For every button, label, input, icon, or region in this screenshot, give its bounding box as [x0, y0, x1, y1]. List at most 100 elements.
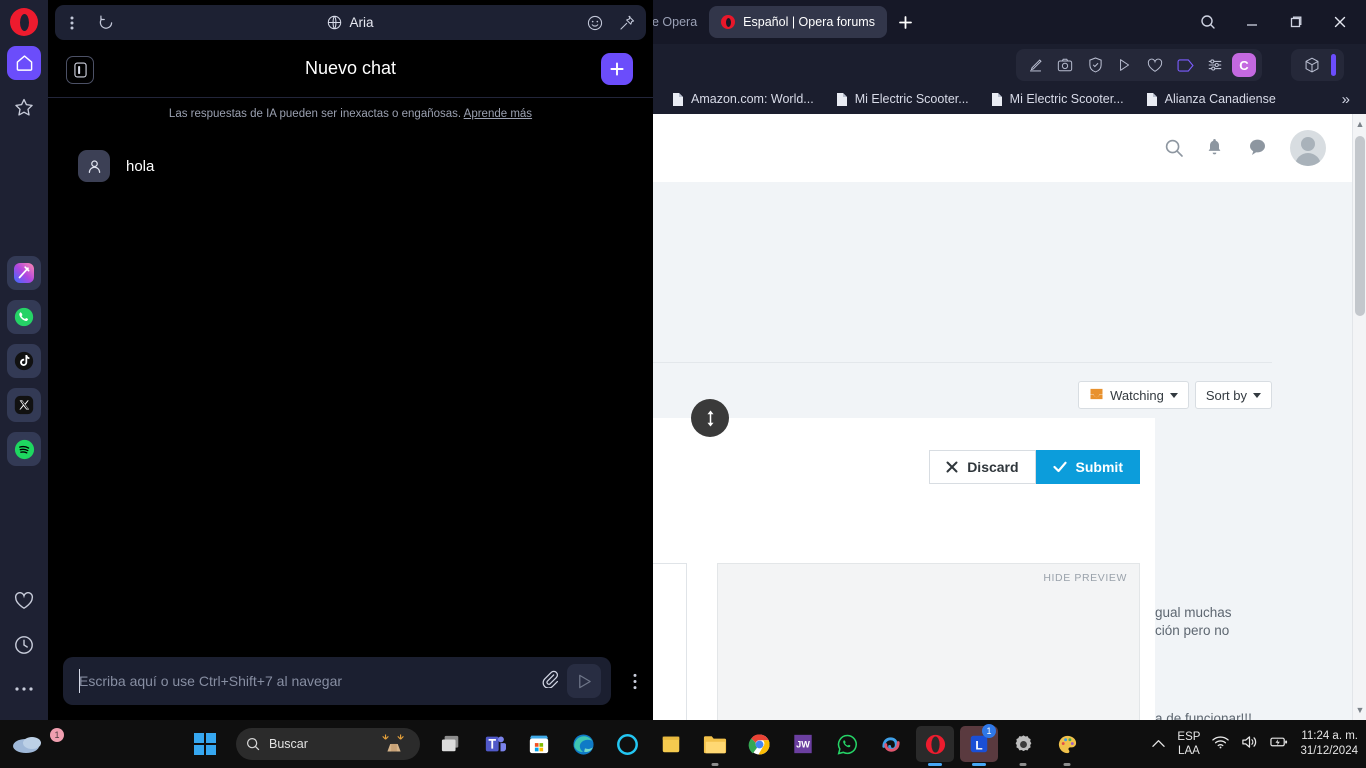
- tab-label: Español | Opera forums: [743, 15, 875, 29]
- aria-options-button[interactable]: [633, 673, 637, 690]
- bookmark-item[interactable]: Mi Electric Scooter...: [836, 92, 969, 107]
- sidebar-item-favorites[interactable]: [7, 90, 41, 124]
- scroll-up-arrow-icon[interactable]: ▲: [1353, 116, 1366, 132]
- aria-panel: Aria Nuevo chat Las respuestas de IA pue…: [48, 0, 653, 720]
- vpn-shield-icon[interactable]: [1082, 52, 1108, 78]
- tab-island-icon[interactable]: [1172, 52, 1198, 78]
- aria-ai-icon: [14, 263, 34, 283]
- profile-avatar[interactable]: C: [1232, 53, 1256, 77]
- tab-search-icon[interactable]: [1188, 5, 1228, 39]
- language-indicator[interactable]: ESP LAA: [1177, 730, 1200, 758]
- volume-icon[interactable]: [1241, 735, 1258, 754]
- aria-titlebar-right: [586, 14, 636, 32]
- settings-icon[interactable]: [1004, 726, 1042, 762]
- scrollbar-thumb[interactable]: [1355, 136, 1365, 316]
- hide-preview-button[interactable]: HIDE PREVIEW: [1043, 572, 1127, 584]
- edit-note-icon[interactable]: [1022, 52, 1048, 78]
- heart-icon[interactable]: [1142, 52, 1168, 78]
- edge-icon[interactable]: [564, 726, 602, 762]
- text-caret: [79, 669, 80, 693]
- bookmarks-overflow-button[interactable]: »: [1342, 91, 1350, 108]
- microsoft-store-icon[interactable]: [520, 726, 558, 762]
- sidebar-item-more[interactable]: [7, 672, 41, 706]
- task-view-icon[interactable]: [432, 726, 470, 762]
- toolbar-icon-group: C: [1016, 49, 1262, 81]
- page-icon: [991, 92, 1002, 106]
- paint-icon[interactable]: [1048, 726, 1086, 762]
- whatsapp-icon[interactable]: [828, 726, 866, 762]
- sidebar-item-tiktok[interactable]: [7, 344, 41, 378]
- aria-panel-title: Aria: [349, 15, 374, 30]
- maximize-button[interactable]: [1276, 5, 1316, 39]
- paperclip-icon[interactable]: [540, 669, 559, 693]
- kebab-menu-icon: [633, 673, 637, 689]
- aria-message-text: hola: [126, 157, 155, 175]
- sidebar-item-history[interactable]: [7, 628, 41, 662]
- whatsapp-icon: [14, 307, 34, 327]
- jw-library-icon[interactable]: JW: [784, 726, 822, 762]
- minimize-button[interactable]: [1232, 5, 1272, 39]
- windows-start-icon[interactable]: [186, 726, 224, 762]
- weather-icon: [13, 737, 41, 753]
- sidebar-item-spotify[interactable]: [7, 432, 41, 466]
- line-icon[interactable]: L 1: [960, 724, 998, 762]
- bell-icon[interactable]: [1206, 138, 1226, 158]
- clock-date: 31/12/2024: [1300, 745, 1358, 757]
- submit-button[interactable]: Submit: [1035, 450, 1140, 484]
- sidebar-item-whatsapp[interactable]: [7, 300, 41, 334]
- sort-by-dropdown[interactable]: Sort by: [1194, 381, 1272, 409]
- teams-icon[interactable]: [476, 726, 514, 762]
- aria-learn-more-link[interactable]: Aprende más: [464, 108, 532, 120]
- opera-circle-icon[interactable]: [608, 726, 646, 762]
- aria-input-bar[interactable]: Escriba aquí o use Ctrl+Shift+7 al naveg…: [63, 657, 637, 705]
- search-icon[interactable]: [1164, 138, 1184, 158]
- aria-send-button[interactable]: [567, 664, 601, 698]
- extensions-cube-icon[interactable]: [1299, 52, 1325, 78]
- show-hidden-icons-icon[interactable]: [1152, 735, 1166, 753]
- discard-button[interactable]: Discard: [929, 450, 1036, 484]
- copilot-icon[interactable]: [872, 726, 910, 762]
- scroll-down-arrow-icon[interactable]: ▼: [1353, 702, 1366, 718]
- notepad-icon[interactable]: [652, 726, 690, 762]
- pin-icon[interactable]: [618, 14, 636, 32]
- discard-label: Discard: [967, 459, 1019, 475]
- sidebar-indicator: [1331, 54, 1336, 76]
- wifi-icon[interactable]: [1212, 735, 1230, 754]
- sidebar-item-pinboards[interactable]: [7, 584, 41, 618]
- new-tab-button[interactable]: [893, 9, 919, 35]
- home-icon: [16, 55, 32, 71]
- clock-time: 11:24 a. m.: [1301, 730, 1358, 742]
- sidebar-item-x[interactable]: [7, 388, 41, 422]
- aria-new-chat-button[interactable]: [601, 53, 633, 85]
- bookmark-item[interactable]: Amazon.com: World...: [672, 92, 814, 107]
- bookmark-item[interactable]: Alianza Canadiense: [1146, 92, 1276, 107]
- send-icon[interactable]: [1112, 52, 1138, 78]
- battery-icon[interactable]: [1270, 735, 1288, 753]
- watching-dropdown[interactable]: Watching: [1078, 381, 1189, 409]
- close-button[interactable]: [1320, 5, 1360, 39]
- forum-header-actions: [1164, 130, 1326, 166]
- bookmark-label: Amazon.com: World...: [691, 92, 814, 106]
- taskbar-search[interactable]: Buscar: [236, 728, 420, 760]
- bookmark-item[interactable]: Mi Electric Scooter...: [991, 92, 1124, 107]
- opera-icon[interactable]: [916, 726, 954, 762]
- weather-badge: 1: [50, 728, 64, 742]
- chat-bubble-icon[interactable]: [1248, 138, 1268, 158]
- sidebar-item-home[interactable]: [7, 46, 41, 80]
- opera-logo-icon[interactable]: [10, 8, 38, 36]
- windows-taskbar: 1 Buscar JW L 1 ESP LAA 11:24 a. m. 31/1…: [0, 720, 1366, 768]
- sidebar-item-aria[interactable]: [7, 256, 41, 290]
- clock-datetime[interactable]: 11:24 a. m. 31/12/2024: [1300, 729, 1358, 759]
- file-explorer-icon[interactable]: [696, 726, 734, 762]
- page-scrollbar[interactable]: ▲ ▼: [1352, 114, 1366, 720]
- easy-setup-icon[interactable]: [1202, 52, 1228, 78]
- weather-widget[interactable]: 1: [10, 726, 70, 762]
- chrome-icon[interactable]: [740, 726, 778, 762]
- topic-snippet: ción pero no: [1155, 623, 1230, 638]
- page-icon: [1146, 92, 1157, 106]
- tab-opera-forums[interactable]: Español | Opera forums: [709, 6, 887, 38]
- snapshot-icon[interactable]: [1052, 52, 1078, 78]
- smiley-icon[interactable]: [586, 14, 604, 32]
- scroll-up-down-button[interactable]: [691, 399, 729, 437]
- user-avatar[interactable]: [1290, 130, 1326, 166]
